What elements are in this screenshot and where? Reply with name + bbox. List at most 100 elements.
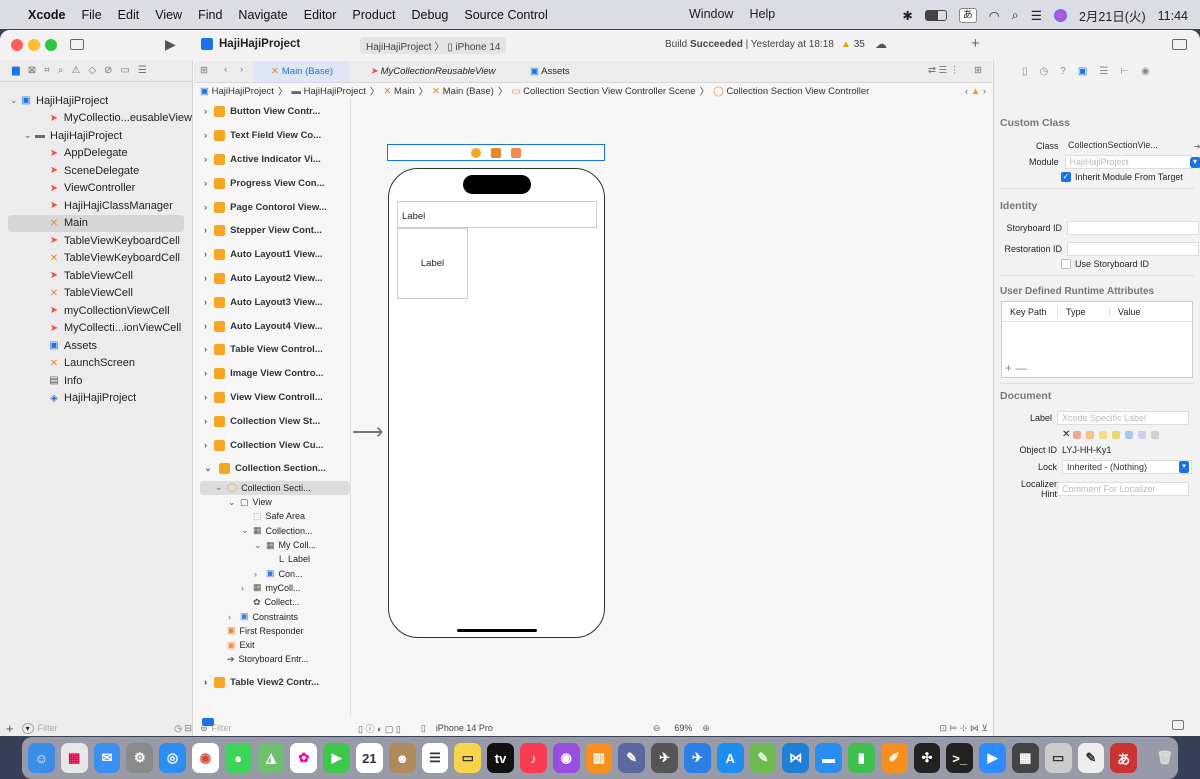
disclosure-icon[interactable]: › (204, 154, 207, 165)
dictionary-icon[interactable]: あ (1110, 743, 1138, 773)
scene-item[interactable]: › Table View Control... (194, 338, 350, 362)
issue-tab-icon[interactable]: ⚠ (71, 65, 80, 76)
outline-item[interactable]: ✿ Collect... (194, 595, 350, 609)
scene-item[interactable]: › Auto Layout3 View... (194, 290, 350, 314)
layout-tools-icon[interactable]: ⊡ ⊨ ⊹ ⋈ ⊻ (939, 723, 988, 734)
outline-item[interactable]: ▣ First Responder (194, 624, 350, 638)
collection-cell[interactable]: Label (397, 228, 468, 299)
split-editor-icon[interactable]: ⊞ (974, 65, 982, 76)
navigator-item[interactable]: ➤ MyCollecti...ionViewCell (0, 320, 192, 338)
navigator-item[interactable]: ➤ MyCollectio...eusableView (0, 110, 192, 128)
symbol-tab-icon[interactable]: ⌗ (44, 65, 50, 76)
scene-item[interactable]: ⌄ Collection Section... (194, 457, 350, 481)
disclosure-icon[interactable]: › (204, 273, 207, 284)
launchpad-icon[interactable]: ▦ (60, 743, 88, 773)
textedit-icon[interactable]: ✎ (1077, 743, 1105, 773)
scene-item[interactable]: › Auto Layout4 View... (194, 314, 350, 338)
navigator-item[interactable]: ✕ Main (8, 214, 184, 232)
navigator-item[interactable]: ✕ TableViewKeyboardCell (0, 250, 192, 268)
device-label[interactable]: iPhone 14 Pro (436, 723, 493, 733)
close-window-button[interactable] (11, 39, 23, 51)
help-inspector-icon[interactable]: ? (1060, 66, 1066, 77)
maps-icon[interactable]: ◮ (257, 743, 285, 773)
settings-icon[interactable]: ⚙ (126, 743, 154, 773)
menu-file[interactable]: File (82, 8, 102, 22)
breadcrumb-project[interactable]: ▣ HajiHajiProject (200, 86, 274, 97)
outline-item[interactable]: › ▣ Constraints (194, 609, 350, 623)
menu-time[interactable]: 11:44 (1158, 9, 1188, 23)
color-gray-swatch[interactable] (1151, 430, 1160, 439)
breakpoint-tab-icon[interactable]: ▭ (120, 65, 129, 76)
notes-icon[interactable]: ▭ (454, 743, 482, 773)
trash-icon[interactable]: 🗑 (1151, 743, 1178, 773)
zoom-in-icon[interactable]: ⊕ (702, 723, 710, 734)
view-controller-icon[interactable] (471, 147, 481, 158)
storyboard-canvas[interactable]: ⟶ Label Label (352, 98, 992, 715)
file-inspector-icon[interactable]: ▯ (1022, 66, 1028, 77)
zoom-level[interactable]: 69% (674, 723, 692, 733)
scene-item-last[interactable]: › Table View2 Contr... (194, 671, 350, 695)
zoom-window-button[interactable] (45, 39, 57, 51)
size-inspector-icon[interactable]: ⊢ (1120, 66, 1129, 77)
disclosure-icon[interactable]: › (204, 225, 207, 236)
disclosure-icon[interactable]: › (228, 612, 240, 622)
testflight-icon[interactable]: ✈ (683, 743, 711, 773)
menu-debug[interactable]: Debug (412, 8, 449, 22)
wifi-icon[interactable]: ◠ (989, 8, 1000, 23)
disclosure-icon[interactable]: › (241, 583, 253, 593)
disclosure-icon[interactable]: ⌄ (10, 95, 20, 106)
header-label-view[interactable]: Label (397, 201, 597, 228)
filter-options-icon[interactable]: ▾ (21, 722, 34, 734)
run-button[interactable]: ▶ (165, 36, 176, 53)
color-red-swatch[interactable] (1073, 430, 1082, 439)
menu-find[interactable]: Find (198, 8, 222, 22)
vscode-icon[interactable]: ⋈ (782, 743, 810, 773)
first-responder-icon[interactable] (491, 147, 501, 158)
find-tab-icon[interactable]: ⌕ (58, 65, 64, 76)
tab-assets[interactable]: ▣ Assets (530, 66, 570, 77)
menu-product[interactable]: Product (352, 8, 395, 22)
menu-view[interactable]: View (155, 8, 182, 22)
menu-edit[interactable]: Edit (118, 8, 140, 22)
scene-item[interactable]: › Stepper View Cont... (194, 219, 350, 243)
input-method-icon[interactable]: あ (958, 8, 977, 23)
battery-icon[interactable] (924, 10, 947, 21)
color-green-swatch[interactable] (1112, 430, 1121, 439)
disclosure-icon[interactable]: ⌄ (228, 497, 240, 508)
disclosure-icon[interactable]: ⌄ (204, 463, 212, 474)
doc-label-field[interactable]: Xcode Specific Label (1057, 411, 1189, 425)
pages-icon[interactable]: ✐ (880, 743, 908, 773)
messages-icon[interactable]: ● (224, 743, 252, 773)
udra-add-remove-icon[interactable]: + — (1005, 361, 1027, 375)
attributes-inspector-icon[interactable]: ☰ (1099, 66, 1108, 77)
recent-files-icon[interactable]: ◷ ⊟ (174, 723, 192, 734)
outline-item[interactable]: ▣ Exit (194, 638, 350, 652)
music-icon[interactable]: ♪ (519, 743, 547, 773)
warning-badge[interactable]: ▲ 35 (841, 39, 865, 50)
navigator-item[interactable]: ➤ AppDelegate (0, 145, 192, 163)
calculator-icon[interactable]: ▦ (1011, 743, 1039, 773)
debug-tab-icon[interactable]: ⊘ (104, 65, 112, 76)
navigator-item[interactable]: ➤ myCollectionViewCell (0, 302, 192, 320)
device-config-icon[interactable]: ▯ (421, 723, 426, 734)
add-icon[interactable]: + (971, 35, 980, 52)
github-icon[interactable]: ✣ (913, 743, 941, 773)
navigator-item[interactable]: ✕ LaunchScreen (0, 355, 192, 373)
navigator-item[interactable]: ⌄ ▣ HajiHajiProject (0, 92, 192, 110)
forward-icon[interactable]: › (240, 64, 243, 75)
outline-item[interactable]: ⬚ Safe Area (194, 509, 350, 523)
outline-item[interactable]: ➔ Storyboard Entr... (194, 652, 350, 666)
breadcrumb-controller[interactable]: ◯ Collection Section View Controller (713, 86, 869, 97)
menu-date[interactable]: 2月21日(火) (1079, 6, 1146, 25)
scene-item[interactable]: › Text Field View Co... (194, 124, 350, 148)
navigator-item[interactable]: ▤ Info (0, 372, 192, 390)
color-orange-swatch[interactable] (1086, 430, 1095, 439)
navigator-filter-input[interactable]: Filter (38, 723, 58, 733)
inspector-toggle-icon[interactable] (1172, 39, 1187, 50)
finder-icon[interactable]: ☺ (28, 743, 55, 773)
numbers-icon[interactable]: ▮ (847, 743, 875, 773)
safari-icon[interactable]: ◎ (159, 743, 186, 773)
sketch-icon[interactable]: ✎ (749, 743, 777, 773)
scene-item[interactable]: › Active Indicator Vi... (194, 148, 350, 172)
udra-table[interactable]: Key Path Type Value + — (1001, 301, 1193, 378)
